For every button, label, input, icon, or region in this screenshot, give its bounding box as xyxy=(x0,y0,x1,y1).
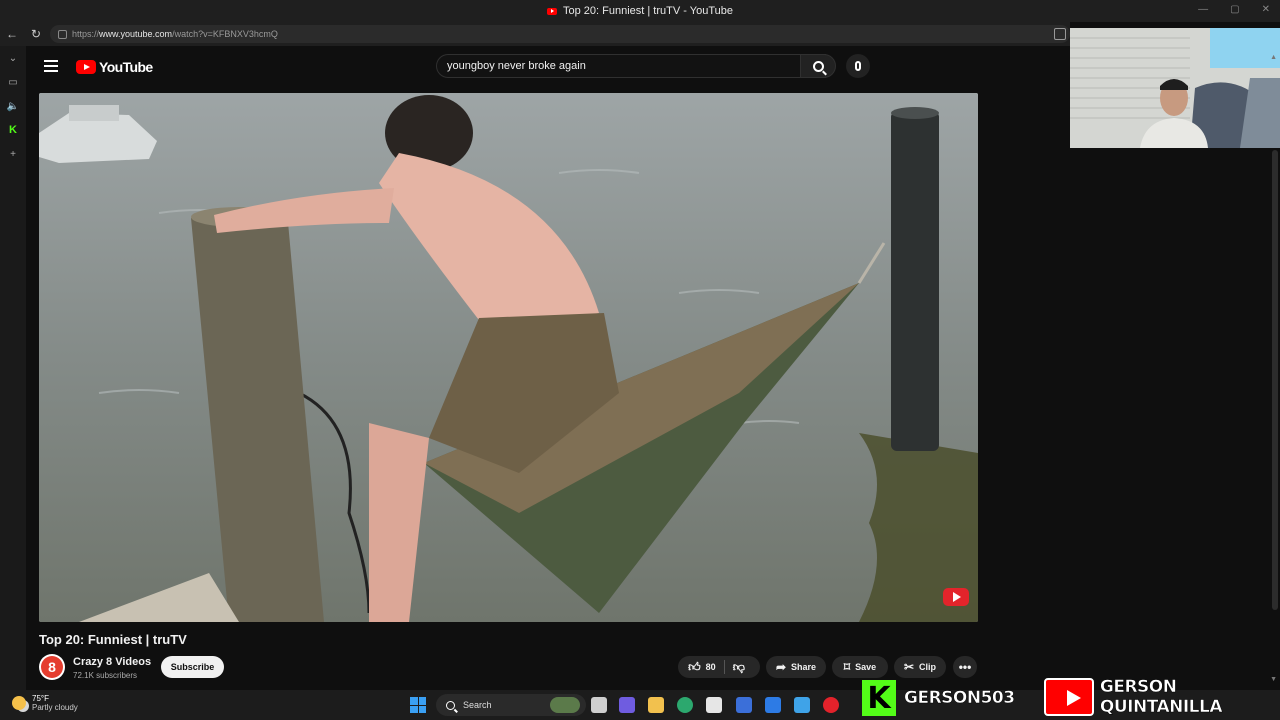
thumbs-up-icon[interactable]: 👍︎ xyxy=(688,660,701,675)
video-player[interactable] xyxy=(39,93,978,622)
search-icon xyxy=(446,700,455,710)
teams-icon[interactable] xyxy=(619,697,635,713)
weather-condition: Partly cloudy xyxy=(32,703,78,712)
task-view-icon[interactable] xyxy=(591,697,607,713)
file-explorer-icon[interactable] xyxy=(648,697,664,713)
share-icon: ➦ xyxy=(775,660,787,674)
speaker-icon[interactable]: 🔈 xyxy=(0,94,26,118)
browser-sidebar: ⌄ ▭ 🔈 K + xyxy=(0,46,26,690)
youtube-play-icon xyxy=(76,60,96,74)
store-icon[interactable] xyxy=(706,697,722,713)
youtube-username: GERSON QUINTANILLA xyxy=(1099,677,1223,718)
taskbar-search[interactable]: Search xyxy=(436,694,586,716)
url-host: www.youtube.com xyxy=(99,29,173,39)
lock-icon xyxy=(58,29,67,39)
chevron-down-icon[interactable]: ⌄ xyxy=(0,46,26,70)
like-dislike-group: 👍︎ 80 👎︎ xyxy=(678,656,760,678)
browser-toolbar: ← ↻ https://www.youtube.com/watch?v=KFBN… xyxy=(0,22,1070,46)
search-icon xyxy=(812,60,824,72)
taskbar-search-label: Search xyxy=(463,700,492,710)
vscode-icon[interactable] xyxy=(765,697,781,713)
divider xyxy=(723,660,725,674)
thumbs-down-icon[interactable]: 👎︎ xyxy=(733,660,745,675)
opera-icon[interactable] xyxy=(823,697,839,713)
temperature: 75°F xyxy=(32,694,49,703)
back-button[interactable]: ← xyxy=(0,22,24,46)
translate-icon[interactable] xyxy=(1054,28,1066,40)
youtube-overlay-icon xyxy=(1044,678,1094,716)
app-icon[interactable] xyxy=(736,697,752,713)
youtube-favicon-icon xyxy=(547,7,557,15)
close-window-icon[interactable]: ✕ xyxy=(1262,4,1270,15)
subscribe-button[interactable]: Subscribe xyxy=(161,656,224,678)
clip-button[interactable]: ✂ Clip xyxy=(894,656,946,678)
kick-overlay: K GERSON503 xyxy=(862,680,1015,716)
address-bar[interactable]: https://www.youtube.com/watch?v=KFBNXV3h… xyxy=(50,25,1070,43)
like-count[interactable]: 80 xyxy=(706,662,716,672)
youtube-overlay: GERSON QUINTANILLA xyxy=(1044,677,1280,717)
webcam-frame xyxy=(1070,28,1280,148)
tab-icon[interactable]: ▭ xyxy=(0,70,26,94)
window-titlebar: Top 20: Funniest | truTV - YouTube — ▢ ✕ xyxy=(0,0,1280,22)
more-icon: ••• xyxy=(958,660,972,674)
channel-avatar[interactable]: 8 xyxy=(39,654,65,680)
kick-icon[interactable]: K xyxy=(0,118,26,142)
scissors-icon: ✂ xyxy=(903,660,915,674)
voice-search-button[interactable] xyxy=(846,54,870,78)
bookmark-icon: ⌑ xyxy=(843,660,851,674)
scroll-up-icon[interactable]: ▲ xyxy=(1270,54,1277,61)
video-frame xyxy=(39,93,978,622)
youtube-logo-text: YouTube xyxy=(99,59,153,75)
search-highlight-icon xyxy=(550,697,580,713)
share-label: Share xyxy=(791,662,817,672)
photos-icon[interactable] xyxy=(794,697,810,713)
url-path: /watch?v=KFBNXV3hcmQ xyxy=(172,29,278,39)
url-prefix: https:// xyxy=(72,29,100,39)
share-button[interactable]: ➦ Share xyxy=(766,656,826,678)
window-controls: — ▢ ✕ xyxy=(1198,4,1270,15)
mic-icon xyxy=(855,61,861,71)
partly-cloudy-icon xyxy=(12,696,26,710)
youtube-masthead: YouTube youngboy never broke again ✕ xyxy=(26,46,1070,88)
webcam-overlay xyxy=(1070,28,1280,148)
watermark-logo-icon xyxy=(943,588,969,606)
minimize-icon[interactable]: — xyxy=(1198,4,1208,15)
scrollbar[interactable] xyxy=(1272,150,1278,610)
edge-icon[interactable] xyxy=(677,697,693,713)
reload-icon: ↻ xyxy=(30,27,42,41)
window-title: Top 20: Funniest | truTV - YouTube xyxy=(563,5,733,17)
maximize-icon[interactable]: ▢ xyxy=(1230,4,1239,15)
weather-widget[interactable]: 75°F Partly cloudy xyxy=(12,694,78,712)
search-input[interactable]: youngboy never broke again ✕ xyxy=(436,54,826,78)
video-title: Top 20: Funniest | truTV xyxy=(39,632,187,647)
save-label: Save xyxy=(855,662,877,672)
arrow-left-icon: ← xyxy=(6,27,18,41)
clip-label: Clip xyxy=(919,662,937,672)
search-query: youngboy never broke again xyxy=(447,60,586,72)
new-tab-icon[interactable]: + xyxy=(0,142,26,166)
windows-start-icon[interactable] xyxy=(410,697,426,713)
subscriber-count: 72.1K subscribers xyxy=(73,671,138,680)
more-button[interactable]: ••• xyxy=(953,656,977,678)
search-button[interactable] xyxy=(800,54,836,78)
kick-logo-icon: K xyxy=(862,680,896,716)
channel-name[interactable]: Crazy 8 Videos xyxy=(73,656,151,668)
kick-username: GERSON503 xyxy=(904,688,1016,709)
hamburger-icon[interactable] xyxy=(44,60,58,72)
reload-button[interactable]: ↻ xyxy=(24,22,48,46)
channel-avatar-text: 8 xyxy=(41,656,63,678)
save-button[interactable]: ⌑ Save xyxy=(832,656,888,678)
right-panel xyxy=(1070,148,1280,690)
youtube-logo[interactable]: YouTube xyxy=(76,59,153,75)
